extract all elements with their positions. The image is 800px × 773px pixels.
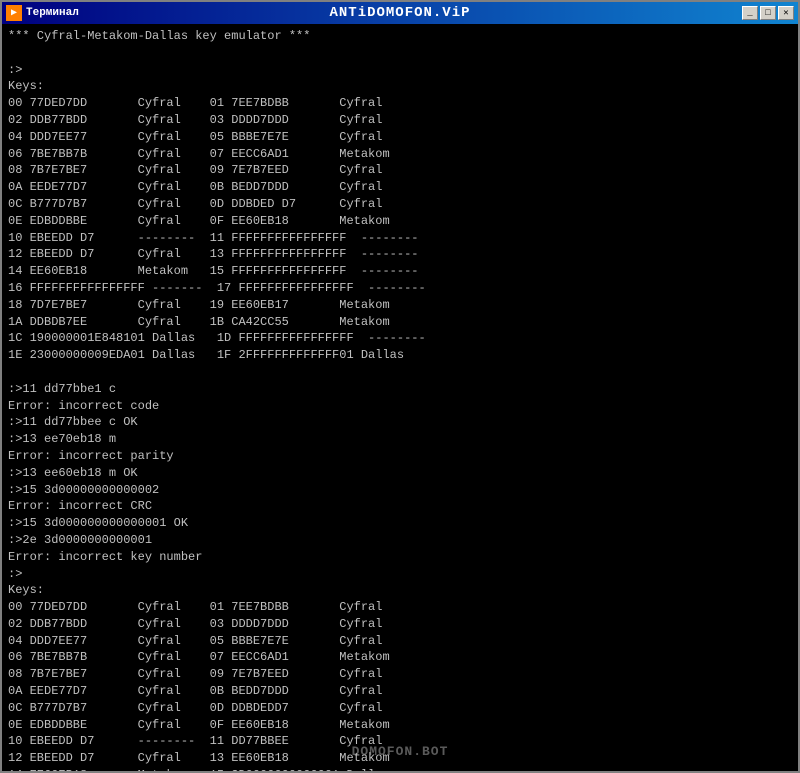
terminal-output[interactable]: *** Cyfral-Metakom-Dallas key emulator *… <box>2 24 798 771</box>
main-window: ▶ Терминал ANTiDOMOFON.ViP _ □ ✕ *** Cyf… <box>0 0 800 773</box>
minimize-button[interactable]: _ <box>742 6 758 20</box>
center-title: ANTiDOMOFON.ViP <box>329 5 470 21</box>
close-button[interactable]: ✕ <box>778 6 794 20</box>
maximize-button[interactable]: □ <box>760 6 776 20</box>
window-controls: _ □ ✕ <box>742 6 794 20</box>
window-title: Терминал <box>26 7 79 19</box>
terminal-icon: ▶ <box>6 5 22 21</box>
title-bar-left: ▶ Терминал <box>6 5 79 21</box>
title-bar: ▶ Терминал ANTiDOMOFON.ViP _ □ ✕ <box>2 2 798 24</box>
